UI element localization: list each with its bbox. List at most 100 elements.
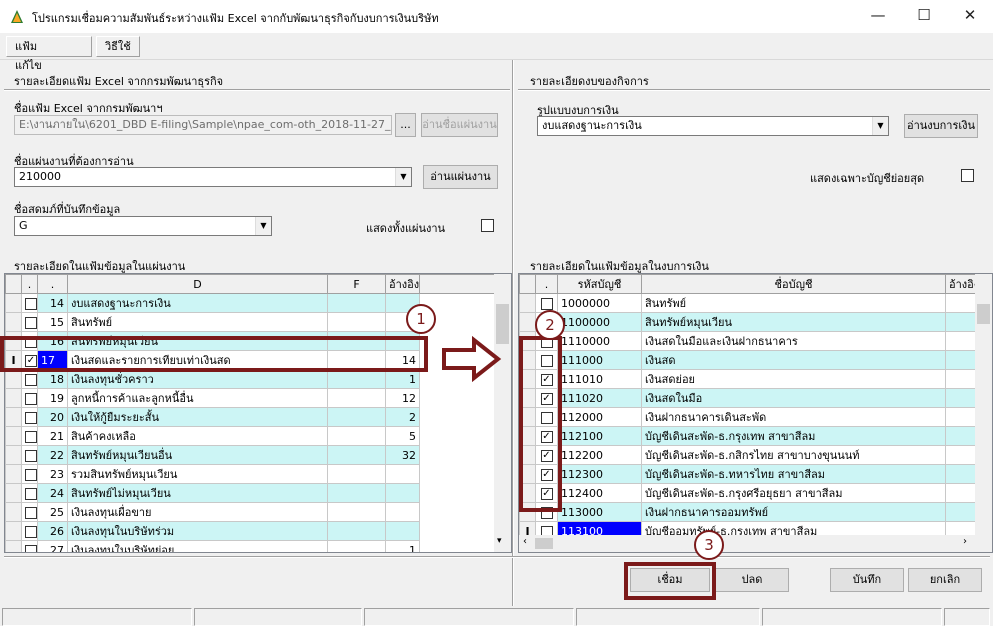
right-scroll-thumb[interactable] [977, 304, 990, 324]
left-col-f[interactable]: F [327, 274, 386, 294]
checkbox-icon[interactable] [25, 373, 37, 386]
row-desc[interactable]: งบแสดงฐานะการเงิน [67, 293, 328, 313]
table-row[interactable]: 23 รวมสินทรัพย์หมุนเวียน [5, 464, 496, 484]
row-desc[interactable]: สินทรัพย์หมุนเวียนอื่น [67, 445, 328, 465]
row-f[interactable] [327, 445, 386, 465]
chevron-down-icon[interactable]: ▼ [872, 117, 888, 135]
menu-help[interactable]: วิธีใช้ [105, 40, 131, 53]
row-desc[interactable]: เงินลงทุนชั่วคราว [67, 369, 328, 389]
row-code[interactable]: 1100000 [557, 312, 642, 332]
row-ref[interactable]: 5 [385, 426, 420, 446]
row-ref[interactable] [945, 483, 976, 503]
row-checkbox[interactable] [21, 293, 38, 313]
checkbox-icon[interactable] [25, 544, 37, 552]
table-row[interactable]: 1100000 สินทรัพย์หมุนเวียน [519, 312, 976, 332]
table-row[interactable]: 20 เงินให้กู้ยืมระยะสั้น 2 [5, 407, 496, 427]
right-hscroll-thumb[interactable] [535, 538, 553, 549]
row-name[interactable]: เงินสดในมือและเงินฝากธนาคาร [641, 331, 946, 351]
right-col-name[interactable]: ชื่อบัญชี [641, 274, 946, 294]
row-f[interactable] [327, 464, 386, 484]
row-name[interactable]: เงินฝากธนาคารเดินสะพัด [641, 407, 946, 427]
row-ref[interactable] [945, 407, 976, 427]
left-col-row[interactable]: . [37, 274, 68, 294]
row-ref[interactable]: 2 [385, 407, 420, 427]
row-code[interactable]: 113000 [557, 502, 642, 522]
row-checkbox[interactable] [21, 464, 38, 484]
row-code[interactable]: 111020 [557, 388, 642, 408]
chevron-down-icon[interactable]: ▼ [395, 168, 411, 186]
row-f[interactable] [327, 369, 386, 389]
row-code[interactable]: 112400 [557, 483, 642, 503]
row-ref[interactable] [945, 388, 976, 408]
row-selector[interactable] [5, 369, 22, 389]
table-row[interactable]: ✓ 112400 บัญชีเดินสะพัด-ธ.กรุงศรีอยุธยา สา… [519, 483, 976, 503]
leaf-only-checkbox[interactable] [961, 169, 974, 182]
row-ref[interactable] [945, 445, 976, 465]
row-name[interactable]: เงินฝากธนาคารออมทรัพย์ [641, 502, 946, 522]
row-name[interactable]: สินทรัพย์หมุนเวียน [641, 312, 946, 332]
chevron-left-icon[interactable]: ‹ [523, 536, 527, 547]
row-f[interactable] [327, 483, 386, 503]
panel-splitter[interactable] [512, 60, 514, 606]
row-code[interactable]: 111000 [557, 350, 642, 370]
row-selector[interactable] [5, 521, 22, 541]
row-selector[interactable] [519, 293, 536, 313]
row-code[interactable]: 112100 [557, 426, 642, 446]
row-name[interactable]: บัญชีเดินสะพัด-ธ.กรุงศรีอยุธยา สาขาสีลม [641, 483, 946, 503]
read-sheet-names-button[interactable]: อ่านชื่อแผ่นงาน [421, 113, 498, 137]
menu-edit[interactable]: แก้ไข [15, 59, 42, 72]
row-selector[interactable] [5, 540, 22, 552]
menu-file[interactable]: แฟ้ม [15, 40, 37, 53]
checkbox-icon[interactable] [25, 487, 37, 500]
table-row[interactable]: 112000 เงินฝากธนาคารเดินสะพัด [519, 407, 976, 427]
chevron-down-icon[interactable]: ▾ [497, 536, 502, 546]
row-f[interactable] [327, 407, 386, 427]
row-desc[interactable]: เงินลงทุนในบริษัทย่อย [67, 540, 328, 552]
row-checkbox[interactable] [21, 426, 38, 446]
row-f[interactable] [327, 293, 386, 313]
chevron-right-icon[interactable]: › [963, 536, 967, 547]
row-desc[interactable]: สินทรัพย์ไม่หมุนเวียน [67, 483, 328, 503]
row-desc[interactable]: สินค้าคงเหลือ [67, 426, 328, 446]
row-code[interactable]: 112000 [557, 407, 642, 427]
row-ref[interactable] [945, 369, 976, 389]
row-f[interactable] [327, 426, 386, 446]
row-desc[interactable]: เงินลงทุนในบริษัทร่วม [67, 521, 328, 541]
checkbox-icon[interactable] [25, 506, 37, 519]
row-desc[interactable]: เงินให้กู้ยืมระยะสั้น [67, 407, 328, 427]
checkbox-icon[interactable] [25, 449, 37, 462]
row-selector[interactable] [5, 407, 22, 427]
row-ref[interactable] [385, 521, 420, 541]
row-f[interactable] [327, 502, 386, 522]
maximize-button[interactable]: ☐ [901, 0, 947, 33]
format-select[interactable]: งบแสดงฐานะการเงิน ▼ [537, 116, 889, 136]
row-code[interactable]: 1000000 [557, 293, 642, 313]
checkbox-icon[interactable] [25, 392, 37, 405]
row-ref[interactable]: 1 [385, 369, 420, 389]
right-horizontal-scrollbar[interactable]: ‹ › [519, 535, 992, 552]
row-ref[interactable] [945, 464, 976, 484]
row-name[interactable]: เงินสดย่อย [641, 369, 946, 389]
row-code[interactable]: 112300 [557, 464, 642, 484]
row-ref[interactable] [945, 502, 976, 522]
row-selector[interactable] [5, 464, 22, 484]
table-row[interactable]: 24 สินทรัพย์ไม่หมุนเวียน [5, 483, 496, 503]
right-vertical-scrollbar[interactable] [975, 274, 992, 536]
left-col-d[interactable]: D [67, 274, 328, 294]
row-desc[interactable]: ลูกหนี้การค้าและลูกหนี้อื่น [67, 388, 328, 408]
checkbox-icon[interactable] [25, 430, 37, 443]
row-code[interactable]: 111010 [557, 369, 642, 389]
table-row[interactable]: 27 เงินลงทุนในบริษัทย่อย 1 [5, 540, 496, 552]
right-col-check[interactable]: . [535, 274, 558, 294]
checkbox-icon[interactable] [25, 316, 37, 329]
row-checkbox[interactable] [21, 521, 38, 541]
table-row[interactable]: 111000 เงินสด [519, 350, 976, 370]
row-ref[interactable] [385, 464, 420, 484]
table-row[interactable]: 21 สินค้าคงเหลือ 5 [5, 426, 496, 446]
table-row[interactable]: ✓ 112200 บัญชีเดินสะพัด-ธ.กสิกรไทย สาขาบาง… [519, 445, 976, 465]
left-col-check[interactable]: . [21, 274, 38, 294]
chevron-down-icon[interactable]: ▼ [255, 217, 271, 235]
minimize-button[interactable]: — [855, 0, 901, 33]
cancel-button[interactable]: ยกเลิก [908, 568, 982, 592]
table-row[interactable]: 26 เงินลงทุนในบริษัทร่วม [5, 521, 496, 541]
